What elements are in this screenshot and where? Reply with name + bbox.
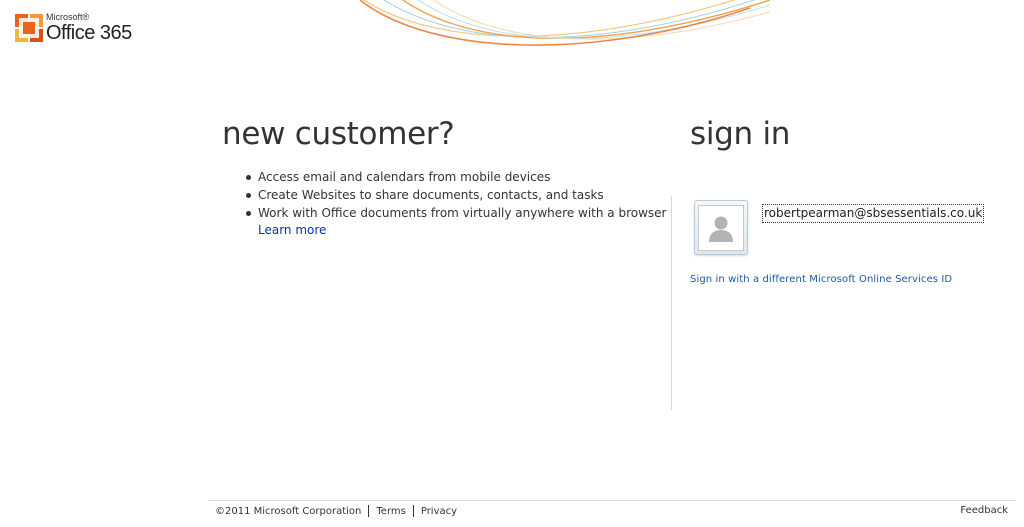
brand-company: Microsoft®: [46, 12, 90, 22]
user-tile-button[interactable]: [694, 200, 748, 255]
feedback-link[interactable]: Feedback: [960, 505, 1008, 516]
brand-product: Office 365: [46, 22, 132, 44]
terms-link[interactable]: Terms: [376, 506, 405, 517]
footer-separator: [368, 505, 370, 517]
office365-sign-in-page: Microsoft® Office 365 new customer? Acce…: [0, 0, 1024, 527]
privacy-link[interactable]: Privacy: [421, 506, 457, 517]
account-id-button[interactable]: robertpearman@sbsessentials.co.uk: [762, 204, 985, 223]
list-item: Work with Office documents from virtuall…: [245, 204, 666, 222]
copyright-text: ©2011 Microsoft Corporation: [215, 505, 362, 517]
decorative-swoosh: [359, 0, 770, 46]
benefits-list: Access email and calendars from mobile d…: [245, 168, 666, 222]
footer: ©2011 Microsoft Corporation Terms Privac…: [215, 505, 457, 517]
list-item: Create Websites to share documents, cont…: [245, 186, 666, 204]
user-silhouette-icon: [709, 216, 733, 242]
learn-more-link[interactable]: Learn more: [258, 223, 326, 237]
office365-logo: Microsoft® Office 365: [14, 13, 132, 43]
footer-separator: [412, 505, 414, 517]
new-customer-title: new customer?: [222, 116, 455, 152]
column-divider: [671, 196, 672, 410]
different-id-link[interactable]: Sign in with a different Microsoft Onlin…: [690, 274, 952, 285]
footer-divider: [208, 500, 1016, 501]
sign-in-title: sign in: [690, 116, 791, 152]
list-item: Access email and calendars from mobile d…: [245, 168, 666, 186]
office-logo-icon: [15, 14, 43, 42]
